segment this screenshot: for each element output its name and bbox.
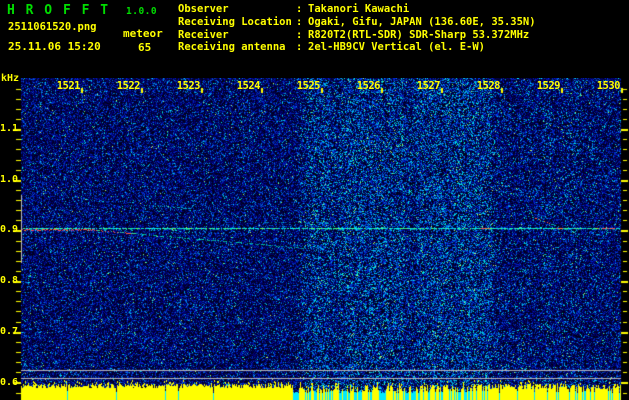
info-row-location: Receiving Location: Ogaki, Gifu, JAPAN (1… xyxy=(178,16,536,29)
time-label-1524: 1524 xyxy=(236,80,261,92)
info-label: Observer xyxy=(178,3,229,15)
echo-count: 65 xyxy=(138,41,152,54)
time-label-1526: 1526 xyxy=(356,80,381,92)
info-value: Ogaki, Gifu, JAPAN (136.60E, 35.35N) xyxy=(308,15,536,28)
freq-label-0-9: 0.9 xyxy=(0,224,19,235)
freq-label-0-6: 0.6 xyxy=(0,377,19,388)
info-label: Receiving antenna xyxy=(178,41,286,54)
time-label-1522: 1522 xyxy=(116,80,141,92)
info-colon: : xyxy=(296,15,303,28)
freq-label-1-0: 1.0 xyxy=(0,174,19,185)
info-row-receiver: Receiver: R820T2(RTL-SDR) SDR-Sharp 53.37… xyxy=(178,29,536,42)
freq-label-0-7: 0.7 xyxy=(0,326,19,337)
info-colon: : xyxy=(296,41,303,54)
time-label-1521: 1521 xyxy=(56,80,81,92)
info-label: Receiving Location xyxy=(178,15,292,28)
station-info: Observer: Takanori Kawachi Receiving Loca… xyxy=(178,3,536,54)
spectrogram-display xyxy=(0,78,629,400)
observation-mode: meteor xyxy=(123,27,163,40)
time-label-1523: 1523 xyxy=(176,80,201,92)
app-version: 1.0.0 xyxy=(126,6,158,17)
freq-label-1-1: 1.1 xyxy=(0,123,19,134)
hrofft-screen: H R O F F T 1.0.0 2511061520.png meteor … xyxy=(0,0,629,400)
time-label-1528: 1528 xyxy=(476,80,501,92)
time-label-1530: 1530 xyxy=(596,80,621,92)
info-colon: : xyxy=(296,3,303,15)
capture-filename: 2511061520.png xyxy=(8,21,97,33)
freq-axis-unit: kHz xyxy=(1,73,20,84)
info-value: R820T2(RTL-SDR) SDR-Sharp 53.372MHz xyxy=(308,28,530,41)
info-row-observer: Observer: Takanori Kawachi xyxy=(178,3,536,16)
capture-datetime: 25.11.06 15:20 xyxy=(8,40,101,53)
info-label: Receiver xyxy=(178,28,229,41)
info-value: 2el-HB9CV Vertical (el. E-W) xyxy=(308,41,486,54)
app-title: H R O F F T xyxy=(7,3,110,18)
info-row-antenna: Receiving antenna:2el-HB9CV Vertical (el… xyxy=(178,41,536,54)
time-label-1527: 1527 xyxy=(416,80,441,92)
time-label-1529: 1529 xyxy=(536,80,561,92)
freq-label-0-8: 0.8 xyxy=(0,275,19,286)
info-value: Takanori Kawachi xyxy=(308,3,410,15)
time-label-1525: 1525 xyxy=(296,80,321,92)
info-colon: : xyxy=(296,28,303,41)
